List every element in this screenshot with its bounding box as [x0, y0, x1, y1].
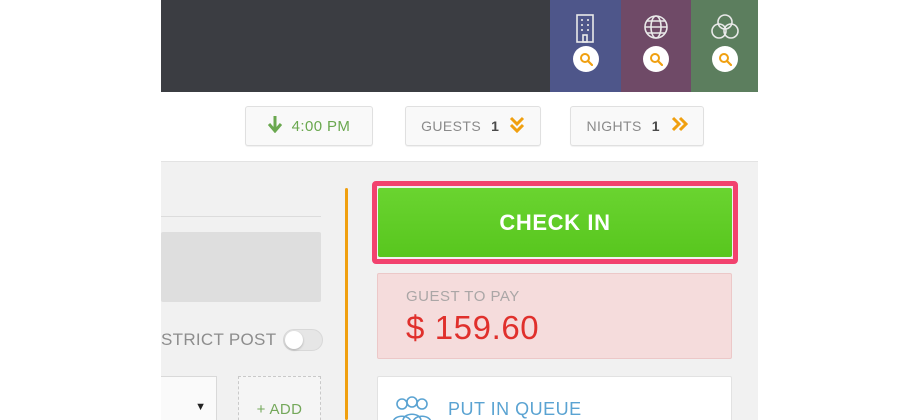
- dropdown-select[interactable]: ▼: [161, 376, 217, 420]
- guests-label: GUESTS: [421, 118, 482, 134]
- caret-down-icon: ▼: [195, 401, 206, 413]
- put-in-queue-label: PUT IN QUEUE: [448, 399, 582, 419]
- add-button[interactable]: + ADD: [238, 376, 321, 420]
- category-tile-globe[interactable]: [621, 0, 691, 92]
- check-in-button[interactable]: CHECK IN: [378, 188, 732, 257]
- people-group-icon: [390, 395, 434, 420]
- globe-icon: [641, 12, 671, 47]
- search-icon[interactable]: [643, 46, 669, 72]
- rings-icon: [709, 12, 741, 49]
- double-chevron-right-icon: [670, 116, 688, 137]
- hotel-building-icon: [571, 12, 601, 49]
- search-icon[interactable]: [572, 46, 599, 72]
- separator-bar: [345, 188, 348, 420]
- search-icon[interactable]: [711, 46, 738, 72]
- toggle-knob: [285, 331, 303, 349]
- strict-post-toggle[interactable]: [283, 329, 323, 351]
- category-tile-hotel[interactable]: [550, 0, 621, 92]
- filter-row: 4:00 PM GUESTS 1 NIGHTS 1: [161, 92, 758, 162]
- guests-value: 1: [491, 118, 499, 134]
- text-field[interactable]: [161, 232, 321, 302]
- arrow-down-icon: [267, 115, 282, 138]
- guests-button[interactable]: GUESTS 1: [405, 106, 541, 146]
- booking-app: 4:00 PM GUESTS 1 NIGHTS 1 STRICT POST ▼ …: [161, 0, 758, 420]
- left-panel: STRICT POST ▼ + ADD: [161, 162, 341, 420]
- category-tile-rings[interactable]: [691, 0, 758, 92]
- guest-to-pay-label: GUEST TO PAY: [406, 288, 520, 305]
- put-in-queue-button[interactable]: PUT IN QUEUE: [377, 376, 732, 420]
- checkin-time-button[interactable]: 4:00 PM: [245, 106, 373, 146]
- top-bar: [161, 0, 758, 92]
- guest-to-pay-amount: $ 159.60: [406, 309, 540, 346]
- nights-button[interactable]: NIGHTS 1: [570, 106, 704, 146]
- divider: [161, 216, 321, 217]
- double-chevron-down-icon: [509, 115, 525, 138]
- strict-post-label: STRICT POST: [161, 330, 277, 349]
- nights-label: NIGHTS: [586, 118, 642, 134]
- guest-to-pay-card: GUEST TO PAY $ 159.60: [377, 273, 732, 359]
- nights-value: 1: [651, 118, 660, 134]
- checkin-time-value: 4:00 PM: [291, 117, 351, 135]
